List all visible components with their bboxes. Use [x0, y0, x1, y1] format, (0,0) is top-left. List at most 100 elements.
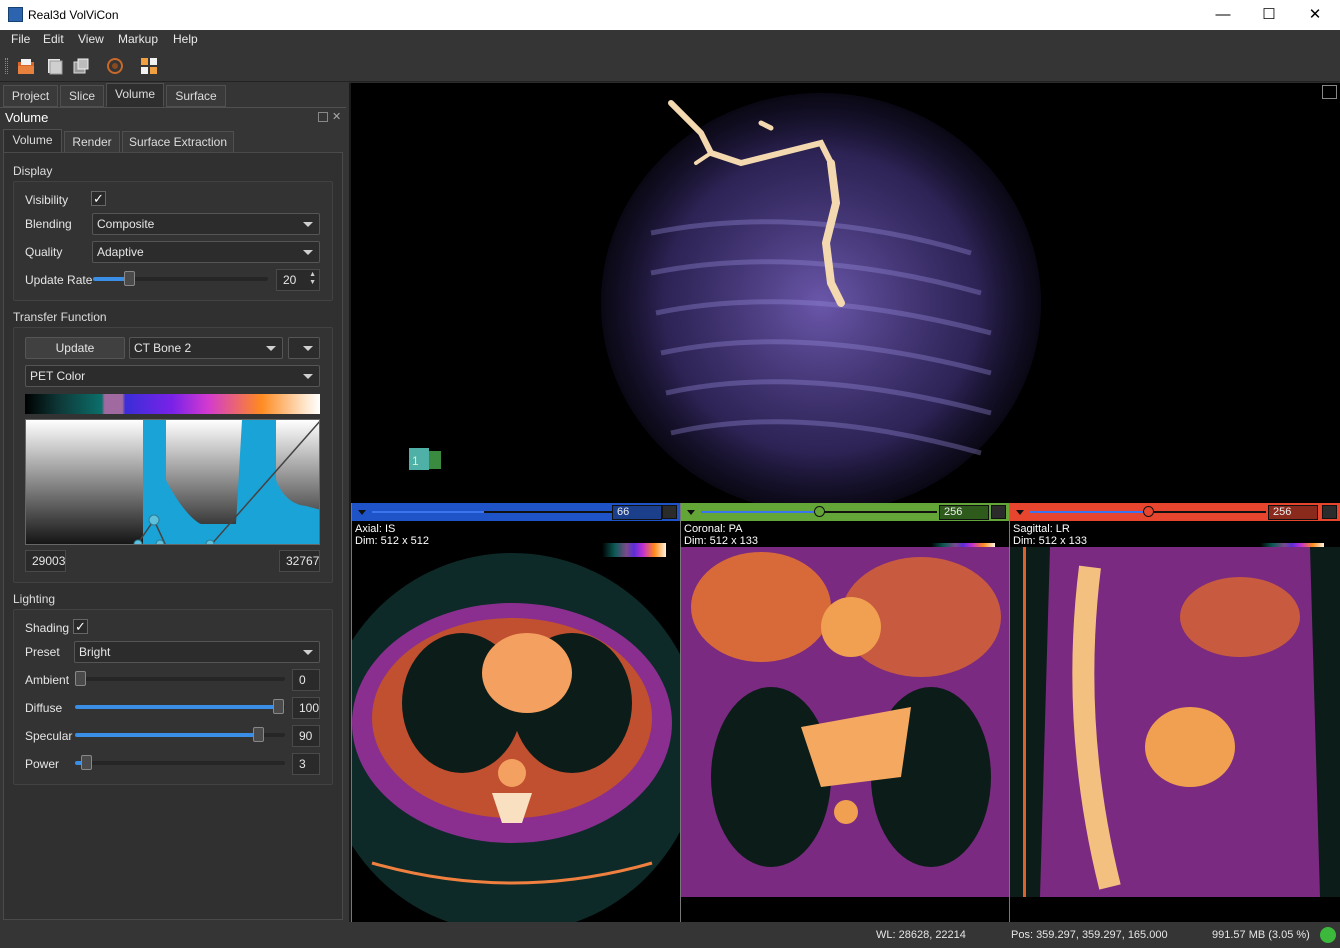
- chevron-down-icon[interactable]: [687, 510, 695, 515]
- lighting-preset-select[interactable]: Bright: [74, 641, 320, 663]
- subtab-volume[interactable]: Volume: [3, 129, 62, 153]
- visibility-checkbox[interactable]: ✓: [91, 191, 106, 206]
- diffuse-spinbox[interactable]: 100: [292, 697, 320, 719]
- power-slider[interactable]: [75, 755, 285, 770]
- tf-preset-select[interactable]: CT Bone 2: [129, 337, 283, 359]
- colormap-select[interactable]: PET Color: [25, 365, 320, 387]
- axial-slice-slider[interactable]: [372, 511, 612, 513]
- sagittal-image: [1010, 547, 1340, 897]
- sagittal-info: Sagittal: LR Dim: 512 x 133: [1013, 523, 1087, 547]
- tf-min-value[interactable]: 29003: [25, 550, 66, 572]
- cubes-icon[interactable]: [72, 57, 90, 75]
- update-rate-spinbox[interactable]: 20 ▲ ▼: [276, 269, 320, 291]
- maximize-view-icon[interactable]: [662, 505, 677, 519]
- ambient-spinbox[interactable]: 0: [292, 669, 320, 691]
- subtab-render[interactable]: Render: [64, 131, 120, 153]
- status-bar: WL: 28628, 22214 Pos: 359.297, 359.297, …: [0, 922, 1340, 948]
- sagittal-slice-value[interactable]: 256: [1268, 505, 1318, 520]
- blending-value: Composite: [97, 217, 155, 231]
- menu-view[interactable]: View: [78, 32, 104, 46]
- minimize-button[interactable]: —: [1200, 0, 1246, 30]
- chevron-down-icon: [303, 346, 313, 351]
- maximize-button[interactable]: ☐: [1246, 0, 1292, 30]
- slider-handle[interactable]: [273, 699, 284, 714]
- power-label: Power: [25, 757, 60, 771]
- memory-readout: 991.57 MB (3.05 %): [1212, 929, 1310, 941]
- preset-label: Preset: [25, 645, 60, 659]
- status-indicator: [1320, 927, 1336, 943]
- chevron-down-icon[interactable]: [1016, 510, 1024, 515]
- specular-label: Specular: [25, 729, 73, 743]
- quality-select[interactable]: Adaptive: [92, 241, 320, 263]
- volume-render-view[interactable]: 1: [351, 83, 1340, 503]
- chevron-down-icon: [303, 250, 313, 255]
- display-label: Display: [13, 164, 53, 178]
- shading-label: Shading: [25, 621, 70, 635]
- tab-slice[interactable]: Slice: [60, 85, 104, 107]
- lighting-label: Lighting: [13, 592, 56, 606]
- menu-edit[interactable]: Edit: [43, 32, 64, 46]
- shading-checkbox[interactable]: ✓: [73, 619, 88, 634]
- dicom-icon[interactable]: [106, 57, 124, 75]
- close-button[interactable]: ✕: [1292, 0, 1338, 30]
- maximize-view-icon[interactable]: [1322, 505, 1337, 519]
- axial-slice-value[interactable]: 66: [612, 505, 662, 520]
- slider-handle[interactable]: [81, 755, 92, 770]
- chevron-down-icon: [303, 650, 313, 655]
- update-rate-value: 20: [283, 273, 297, 287]
- slider-handle[interactable]: [814, 506, 825, 517]
- slider-handle[interactable]: [253, 727, 264, 742]
- quality-value: Adaptive: [97, 245, 144, 259]
- coronal-image: [681, 547, 1009, 897]
- close-panel-icon[interactable]: ✕: [332, 110, 341, 123]
- chevron-down-icon[interactable]: [358, 510, 366, 515]
- power-spinbox[interactable]: 3: [292, 753, 320, 775]
- sagittal-slice-slider[interactable]: [1030, 506, 1266, 517]
- coronal-slice-slider[interactable]: [701, 506, 937, 517]
- tab-surface[interactable]: Surface: [166, 85, 226, 107]
- coronal-view[interactable]: 256 Coronal: PA Dim: 512 x 133: [680, 503, 1009, 923]
- chevron-down-icon: [266, 346, 276, 351]
- sagittal-label: Sagittal: LR: [1013, 523, 1070, 535]
- coronal-slice-value[interactable]: 256: [939, 505, 989, 520]
- float-icon[interactable]: [318, 112, 328, 122]
- colormap-value: PET Color: [30, 369, 86, 383]
- update-button[interactable]: Update: [25, 337, 125, 359]
- transfer-function-editor[interactable]: [25, 419, 320, 545]
- load-icon[interactable]: [45, 57, 63, 75]
- menu-file[interactable]: File: [11, 32, 30, 46]
- tab-project[interactable]: Project: [3, 85, 58, 107]
- window-title: Real3d VolViCon: [28, 8, 119, 22]
- menu-help[interactable]: Help: [173, 32, 198, 46]
- volume-render-image: 1: [409, 93, 1041, 503]
- coronal-info: Coronal: PA Dim: 512 x 133: [684, 523, 758, 547]
- open-icon[interactable]: [17, 57, 35, 75]
- subtab-surface-extraction[interactable]: Surface Extraction: [122, 131, 234, 153]
- tf-preset-value: CT Bone 2: [134, 341, 192, 355]
- spin-arrows-icon[interactable]: ▲ ▼: [309, 271, 316, 287]
- tf-max-value[interactable]: 32767: [279, 550, 320, 572]
- maximize-view-icon[interactable]: [1322, 85, 1337, 99]
- blending-select[interactable]: Composite: [92, 213, 320, 235]
- toolbar-grip[interactable]: [5, 58, 8, 74]
- specular-slider[interactable]: [75, 727, 285, 742]
- sagittal-view[interactable]: 256 Sagittal: LR Dim: 512 x 133: [1009, 503, 1340, 923]
- menu-markup[interactable]: Markup: [118, 32, 158, 46]
- tab-volume[interactable]: Volume: [106, 83, 164, 107]
- layout-icon[interactable]: [140, 57, 158, 75]
- quality-label: Quality: [25, 245, 63, 259]
- ambient-slider[interactable]: [75, 671, 285, 686]
- tf-menu-button[interactable]: [288, 337, 320, 359]
- slider-handle[interactable]: [75, 671, 86, 686]
- axial-slice-bar: 66: [352, 503, 680, 521]
- diffuse-slider[interactable]: [75, 699, 285, 714]
- axial-view[interactable]: 66 Axial: IS Dim: 512 x 512: [351, 503, 680, 923]
- slider-handle[interactable]: [124, 271, 135, 286]
- maximize-view-icon[interactable]: [991, 505, 1006, 519]
- lighting-preset-value: Bright: [79, 645, 111, 659]
- update-rate-slider[interactable]: [93, 271, 268, 286]
- specular-spinbox[interactable]: 90: [292, 725, 320, 747]
- slider-handle[interactable]: [1143, 506, 1154, 517]
- blending-label: Blending: [25, 217, 72, 231]
- diffuse-label: Diffuse: [25, 701, 63, 715]
